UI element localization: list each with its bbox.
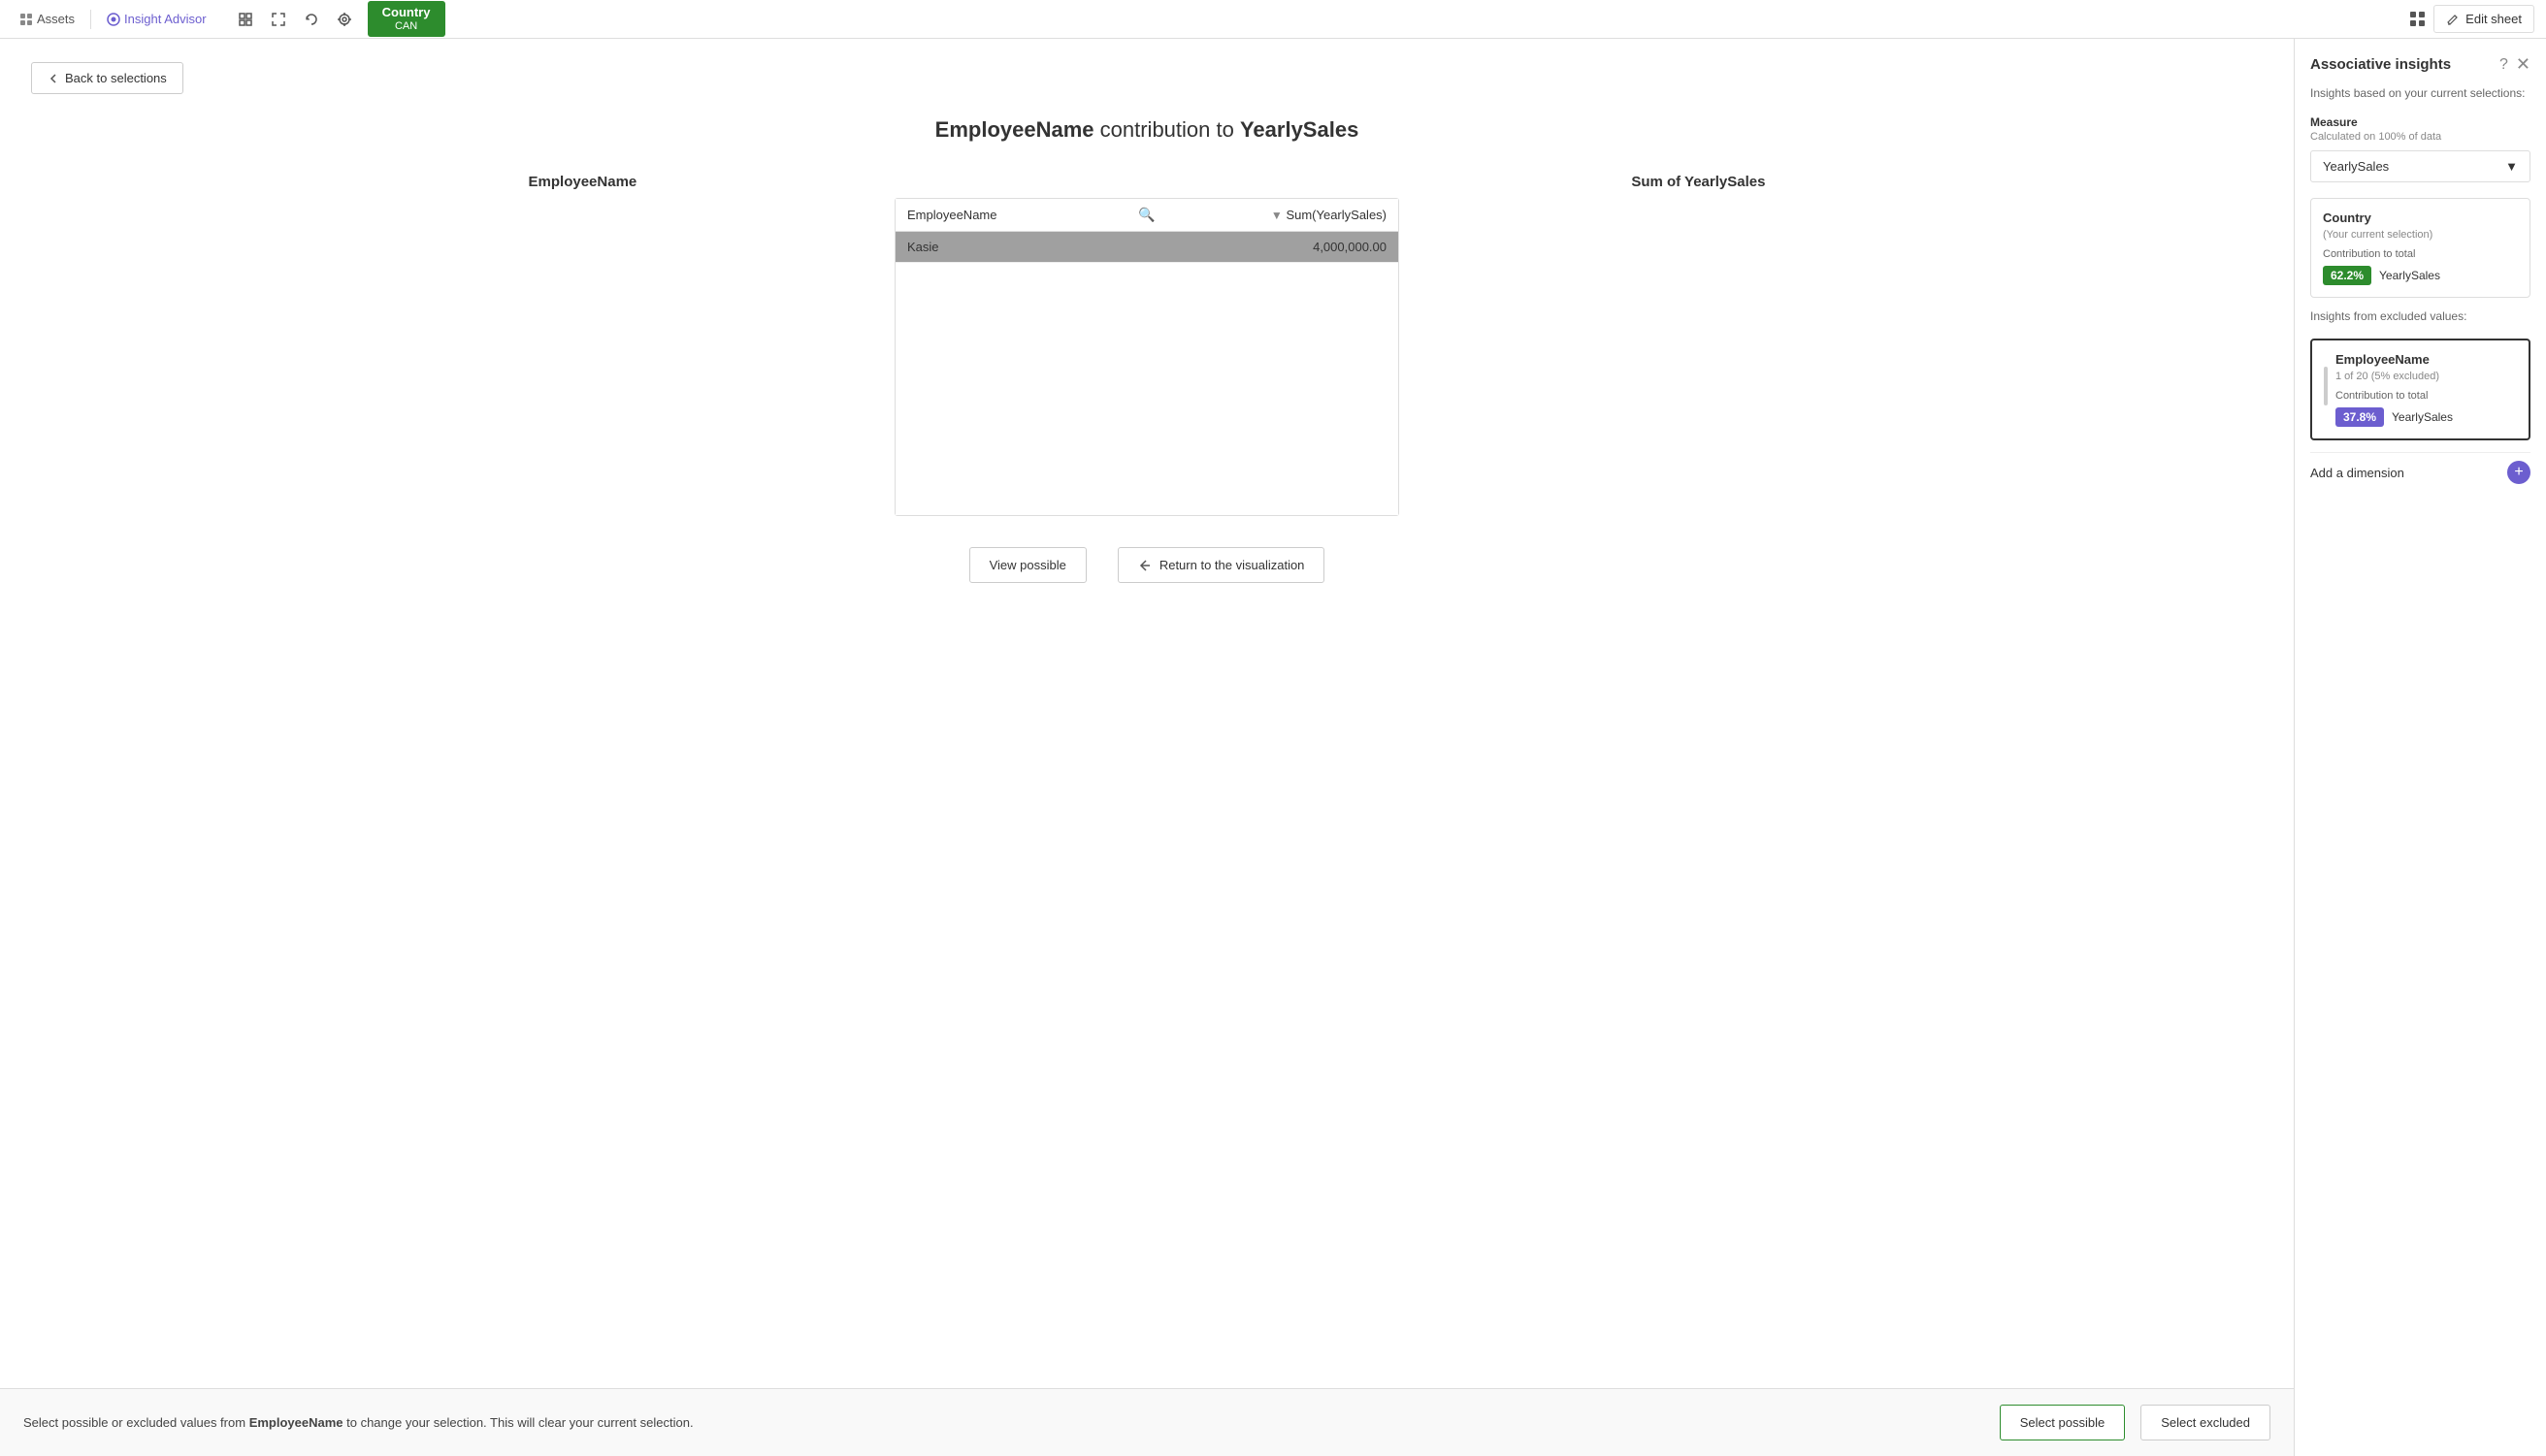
bottom-buttons: View possible Return to the visualizatio… bbox=[31, 547, 2263, 583]
edit-sheet-label: Edit sheet bbox=[2465, 12, 2522, 26]
excluded-card-sub: 1 of 20 (5% excluded) bbox=[2335, 371, 2517, 382]
target-btn[interactable] bbox=[329, 4, 360, 35]
zoom-fit-btn[interactable] bbox=[230, 4, 261, 35]
col-header-right: Sum of YearlySales bbox=[1631, 174, 1765, 190]
viz-table-header: EmployeeName 🔍 ▼ Sum(YearlySales) bbox=[896, 199, 1398, 232]
row-sales-value: 4,000,000.00 bbox=[1147, 240, 1387, 254]
excluded-contribution-label: Contribution to total bbox=[2335, 390, 2517, 402]
edit-sheet-button[interactable]: Edit sheet bbox=[2433, 5, 2534, 33]
view-possible-button[interactable]: View possible bbox=[969, 547, 1087, 583]
panel-close-icon[interactable]: ✕ bbox=[2516, 54, 2530, 75]
table-row[interactable]: Kasie 4,000,000.00 bbox=[896, 232, 1398, 263]
excluded-card-title: EmployeeName bbox=[2335, 352, 2517, 367]
fullscreen-icon bbox=[271, 12, 286, 27]
measure-section: Measure Calculated on 100% of data Yearl… bbox=[2310, 115, 2530, 182]
selection-contribution-row: 62.2% YearlySales bbox=[2323, 266, 2518, 285]
panel-header: Associative insights ? ✕ bbox=[2310, 54, 2530, 75]
select-possible-label: Select possible bbox=[2020, 1415, 2105, 1430]
selection-card-title: Country bbox=[2323, 210, 2518, 225]
edit-icon bbox=[2446, 13, 2460, 26]
select-excluded-button[interactable]: Select excluded bbox=[2140, 1405, 2270, 1440]
back-button-label: Back to selections bbox=[65, 71, 167, 85]
return-arrow-icon bbox=[1138, 559, 1152, 572]
nav-icon-group bbox=[230, 4, 360, 35]
assets-icon bbox=[19, 13, 33, 26]
assets-label: Assets bbox=[37, 12, 75, 26]
add-dimension-row[interactable]: Add a dimension + bbox=[2310, 452, 2530, 492]
add-dimension-label: Add a dimension bbox=[2310, 466, 2404, 480]
back-to-selections-button[interactable]: Back to selections bbox=[31, 62, 183, 94]
table-search-icon[interactable]: 🔍 bbox=[1138, 207, 1155, 223]
table-header-employee: EmployeeName bbox=[907, 208, 997, 222]
table-header-sales: Sum(YearlySales) bbox=[1286, 208, 1387, 222]
title-field1: EmployeeName bbox=[935, 117, 1094, 142]
assets-nav-item[interactable]: Assets bbox=[12, 8, 82, 30]
country-tab-sub: CAN bbox=[395, 20, 417, 33]
measure-label: Measure bbox=[2310, 115, 2530, 129]
country-tab-label: Country bbox=[382, 5, 431, 20]
excluded-badge: 37.8% bbox=[2335, 407, 2384, 427]
return-visualization-button[interactable]: Return to the visualization bbox=[1118, 547, 1325, 583]
bottom-text-prefix: Select possible or excluded values from bbox=[23, 1415, 249, 1430]
col-header-left: EmployeeName bbox=[529, 174, 637, 190]
insight-icon bbox=[107, 13, 120, 26]
return-viz-label: Return to the visualization bbox=[1159, 558, 1305, 572]
mini-bar-visual bbox=[2324, 367, 2328, 405]
excluded-card[interactable]: EmployeeName 1 of 20 (5% excluded) Contr… bbox=[2310, 339, 2530, 440]
view-possible-label: View possible bbox=[990, 558, 1066, 572]
panel-subtitle: Insights based on your current selection… bbox=[2310, 86, 2530, 100]
viz-empty-area bbox=[896, 263, 1398, 515]
target-icon bbox=[337, 12, 352, 27]
measure-dropdown-icon: ▼ bbox=[2505, 159, 2518, 174]
rotate-btn[interactable] bbox=[296, 4, 327, 35]
title-field2: YearlySales bbox=[1240, 117, 1358, 142]
mini-bar bbox=[2324, 352, 2328, 419]
panel-actions: ? ✕ bbox=[2499, 54, 2530, 75]
insight-advisor-label: Insight Advisor bbox=[124, 12, 207, 26]
bottom-bar-text: Select possible or excluded values from … bbox=[23, 1413, 1984, 1433]
title-middle: contribution to bbox=[1094, 117, 1240, 142]
viz-table: EmployeeName 🔍 ▼ Sum(YearlySales) Kasie … bbox=[895, 198, 1399, 516]
main-layout: Back to selections EmployeeName contribu… bbox=[0, 39, 2546, 1456]
back-arrow-icon bbox=[48, 73, 59, 84]
top-nav: Assets Insight Advisor bbox=[0, 0, 2546, 39]
sort-arrow-icon[interactable]: ▼ bbox=[1271, 209, 1283, 222]
select-excluded-label: Select excluded bbox=[2161, 1415, 2250, 1430]
selection-contribution-label: Contribution to total bbox=[2323, 248, 2518, 260]
fullscreen-btn[interactable] bbox=[263, 4, 294, 35]
selection-card-sub: (Your current selection) bbox=[2323, 229, 2518, 241]
excluded-section-label: Insights from excluded values: bbox=[2310, 309, 2530, 323]
bottom-field-name: EmployeeName bbox=[249, 1415, 343, 1430]
panel-title: Associative insights bbox=[2310, 56, 2451, 73]
grid-view-icon[interactable] bbox=[2410, 12, 2426, 27]
main-title: EmployeeName contribution to YearlySales bbox=[31, 117, 2263, 143]
row-employee-name: Kasie bbox=[907, 240, 1147, 254]
bottom-text-suffix: to change your selection. This will clea… bbox=[343, 1415, 694, 1430]
excluded-contribution-row: 37.8% YearlySales bbox=[2335, 407, 2517, 427]
nav-divider bbox=[90, 10, 91, 29]
select-possible-button[interactable]: Select possible bbox=[2000, 1405, 2125, 1440]
panel-help-icon[interactable]: ? bbox=[2499, 56, 2508, 74]
add-dimension-plus-icon[interactable]: + bbox=[2507, 461, 2530, 484]
selection-badge: 62.2% bbox=[2323, 266, 2371, 285]
zoom-fit-icon bbox=[238, 12, 253, 27]
measure-value: YearlySales bbox=[2323, 159, 2389, 174]
selection-field: YearlySales bbox=[2379, 269, 2440, 282]
country-tab[interactable]: Country CAN bbox=[368, 1, 445, 37]
excluded-field: YearlySales bbox=[2392, 410, 2453, 424]
bottom-bar: Select possible or excluded values from … bbox=[0, 1388, 2294, 1456]
insight-advisor-nav[interactable]: Insight Advisor bbox=[99, 8, 214, 30]
content-area: Back to selections EmployeeName contribu… bbox=[0, 39, 2294, 1456]
right-panel: Associative insights ? ✕ Insights based … bbox=[2294, 39, 2546, 1456]
column-headers: EmployeeName Sum of YearlySales bbox=[31, 174, 2263, 190]
current-selection-card[interactable]: Country (Your current selection) Contrib… bbox=[2310, 198, 2530, 298]
measure-sublabel: Calculated on 100% of data bbox=[2310, 131, 2530, 143]
rotate-icon bbox=[304, 12, 319, 27]
measure-select[interactable]: YearlySales ▼ bbox=[2310, 150, 2530, 182]
